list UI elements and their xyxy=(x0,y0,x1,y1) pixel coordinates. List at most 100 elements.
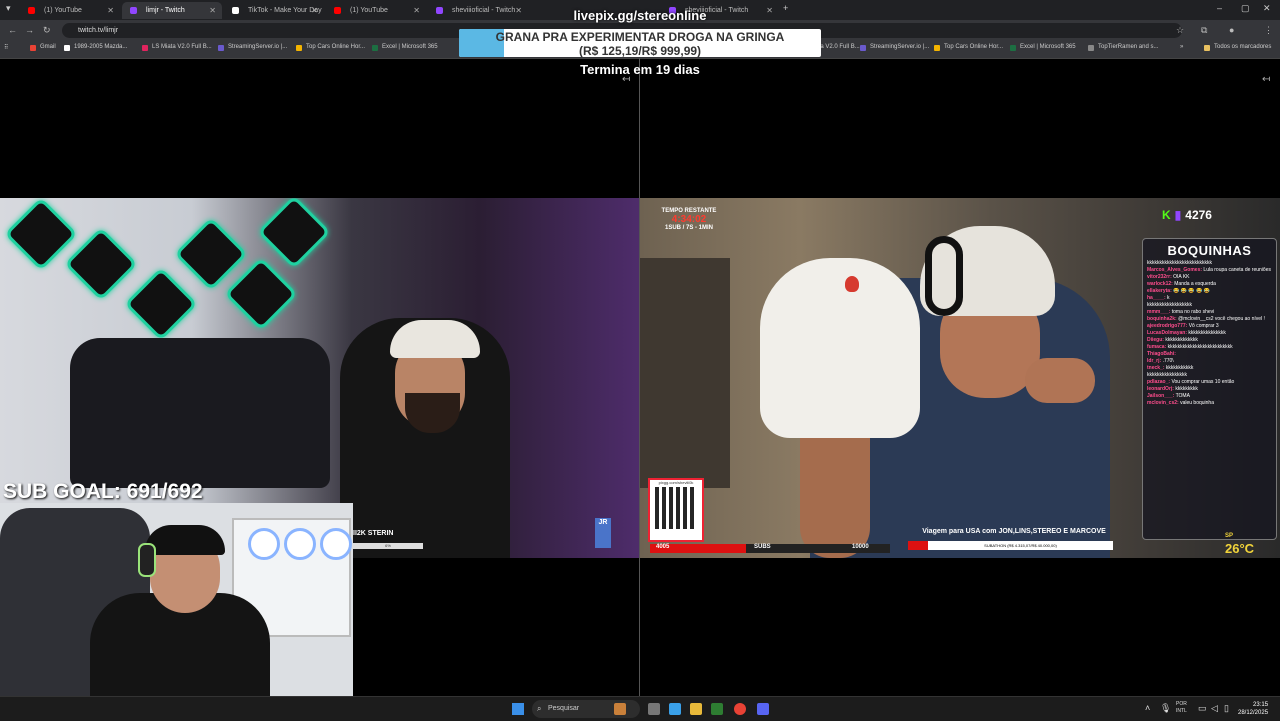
countdown-timer: TEMPO RESTANTE 4:34:02 1SUB / 7S - 1MIN xyxy=(658,208,720,231)
tab-favicon-icon xyxy=(232,7,239,14)
store-icon[interactable] xyxy=(711,703,723,715)
kick-icon: K xyxy=(1162,208,1171,222)
bookmark-item[interactable]: Gmail xyxy=(30,44,56,51)
task-view-icon[interactable] xyxy=(648,703,660,715)
browser-tab[interactable]: (1) YouTube ✕ xyxy=(20,2,120,19)
copilot-icon[interactable] xyxy=(669,703,681,715)
network-icon[interactable]: ▭ xyxy=(1198,703,1207,714)
bookmark-item[interactable]: StreamingServer.io |... xyxy=(218,44,288,51)
bookmark-favicon-icon xyxy=(372,45,378,51)
tab-close-icon[interactable]: ✕ xyxy=(766,2,773,19)
hex-shelf xyxy=(4,198,78,271)
browser-tab[interactable]: sheviiioficial - Twitch ✕ xyxy=(428,2,528,19)
bookmark-label: 1989-2005 Mazda... xyxy=(74,44,128,50)
bookmark-item[interactable]: Top Cars Online Hor... xyxy=(934,44,1003,51)
browser-tab[interactable]: (1) YouTube ✕ xyxy=(326,2,426,19)
bookmark-favicon-icon xyxy=(64,45,70,51)
tab-close-icon[interactable]: ✕ xyxy=(209,2,216,19)
bookmark-item[interactable]: Top Cars Online Hor... xyxy=(296,44,365,51)
tab-search-icon[interactable]: ▾ xyxy=(6,3,11,14)
close-window-icon[interactable]: ✕ xyxy=(1263,3,1271,14)
subs-label: SUBS xyxy=(754,544,771,550)
system-clock[interactable]: 23:15 28/12/2025 xyxy=(1238,701,1268,717)
chat-message: warlock12: Manda a esquerda xyxy=(1147,281,1272,288)
microphone-icon[interactable]: 🎙 xyxy=(1160,703,1171,714)
chrome-icon[interactable] xyxy=(734,703,746,715)
chat-username: ha____: xyxy=(1147,295,1166,301)
chat-message: boquinha2k: @mclovin__cs2 você chegou ao… xyxy=(1147,316,1272,323)
bookmark-label: StreamingServer.io |... xyxy=(228,44,288,50)
tab-title: sheviiioficial - Twitch xyxy=(452,7,516,14)
bookmark-item[interactable]: Excel | Microsoft 365 xyxy=(1010,44,1076,51)
twitch-icon: ▮ xyxy=(1174,208,1182,222)
discord-icon[interactable] xyxy=(757,703,769,715)
file-explorer-icon[interactable] xyxy=(690,703,702,715)
more-bookmarks-icon[interactable]: » xyxy=(1180,44,1183,50)
chat-username: boquinha2k: xyxy=(1147,316,1177,322)
tray-chevron-icon[interactable]: ˄ xyxy=(1145,703,1150,713)
hex-shelf xyxy=(224,257,298,331)
new-tab-button[interactable]: + xyxy=(783,3,788,13)
browser-tab[interactable]: limjr - Twitch ✕ xyxy=(122,2,222,19)
right-stream-video[interactable]: TEMPO RESTANTE 4:34:02 1SUB / 7S - 1MIN … xyxy=(640,198,1280,558)
bookmark-favicon-icon xyxy=(934,45,940,51)
tab-close-icon[interactable]: ✕ xyxy=(311,2,318,19)
tab-title: (1) YouTube xyxy=(350,7,388,14)
profile-icon[interactable]: ● xyxy=(1229,25,1234,35)
lang-bottom: INTL xyxy=(1176,708,1187,714)
folder-icon xyxy=(1204,45,1210,51)
back-icon[interactable]: ← xyxy=(8,25,17,35)
bookmark-item[interactable]: 1989-2005 Mazda... xyxy=(64,44,128,51)
chat-message: leonardOrj: kkkkkkkkk xyxy=(1147,386,1272,393)
bookmark-star-icon[interactable]: ☆ xyxy=(1176,25,1184,36)
bookmark-item[interactable]: StreamingServer.io |... xyxy=(860,44,929,51)
bookmark-favicon-icon xyxy=(30,45,36,51)
chat-text: @mclovin__cs2 você chegou ao nível ! xyxy=(1178,316,1265,322)
chat-message: kkkkkkkkkkkkkkkkkk xyxy=(1147,302,1272,309)
qr-code-icon xyxy=(655,487,697,529)
chat-username: Marcos_Alves_Gomes: xyxy=(1147,267,1203,273)
chat-text: kkkkkkkkkkkkkkk xyxy=(1188,330,1226,336)
chat-text: Lula roupa caneta de reuniões quem dira … xyxy=(1203,267,1272,273)
channel-logo: JR xyxy=(595,518,611,548)
volume-icon[interactable]: ◁ xyxy=(1211,703,1218,714)
chat-username: ajeedrodrigo777: xyxy=(1147,323,1188,329)
reload-icon[interactable]: ↻ xyxy=(43,25,51,36)
bookmark-label: TopTierRamen and s... xyxy=(1098,44,1159,50)
battery-icon[interactable]: ▯ xyxy=(1224,703,1229,714)
bookmark-favicon-icon xyxy=(142,45,148,51)
menu-icon[interactable]: ⋮ xyxy=(1264,25,1273,36)
chat-username: tneck_: xyxy=(1147,365,1165,371)
chat-username: warlock12: xyxy=(1147,281,1173,287)
chat-text: Vô comprar 3 xyxy=(1188,323,1219,329)
weather-widget-icon[interactable] xyxy=(614,703,626,715)
bookmark-favicon-icon xyxy=(1010,45,1016,51)
language-indicator[interactable]: POR INTL xyxy=(1176,701,1187,715)
windows-start-icon[interactable] xyxy=(512,703,524,715)
extensions-icon[interactable]: ⧉ xyxy=(1201,25,1207,36)
chat-text: kkkkkkkkkkkkkkkkkk xyxy=(1147,302,1192,308)
qr-code: pixgg.com/sheviii0k xyxy=(648,478,704,542)
chat-message: Diiegu: kkkkkkkkkkkkk xyxy=(1147,337,1272,344)
minimize-icon[interactable]: – xyxy=(1217,3,1222,13)
forward-icon[interactable]: → xyxy=(25,25,34,35)
shirt-tag: II2K STERIN xyxy=(353,530,394,537)
chat-text: kkkkkkkkkkkkkkkkkkkkkkkkkk xyxy=(1147,260,1212,266)
chat-message: tneck_: kkkkkkkkkkk xyxy=(1147,365,1272,372)
tab-close-icon[interactable]: ✕ xyxy=(413,2,420,19)
all-bookmarks-folder[interactable]: Todos os marcadores xyxy=(1204,44,1271,51)
chat-username: LucasDolmayan: xyxy=(1147,330,1188,336)
bookmark-item[interactable]: Excel | Microsoft 365 xyxy=(372,44,438,51)
shirt-tag-pct: 6% xyxy=(353,543,423,549)
bookmark-item[interactable]: LS Miata V2.0 Full B... xyxy=(142,44,212,51)
collapse-right-icon[interactable]: ↤ xyxy=(1262,74,1270,85)
browser-tab[interactable]: TikTok - Make Your Day ✕ xyxy=(224,2,324,19)
temperature: 26°C xyxy=(1225,541,1255,556)
bookmark-item[interactable]: TopTierRamen and s... xyxy=(1088,44,1159,51)
chat-username: Jailson___: xyxy=(1147,393,1175,399)
chat-text: kkkkkkkkk xyxy=(1175,386,1198,392)
apps-icon[interactable]: ⠿ xyxy=(4,44,8,51)
qr-url: pixgg.com/sheviii0k xyxy=(658,480,694,485)
tab-close-icon[interactable]: ✕ xyxy=(107,2,114,19)
maximize-icon[interactable]: ▢ xyxy=(1241,3,1250,14)
